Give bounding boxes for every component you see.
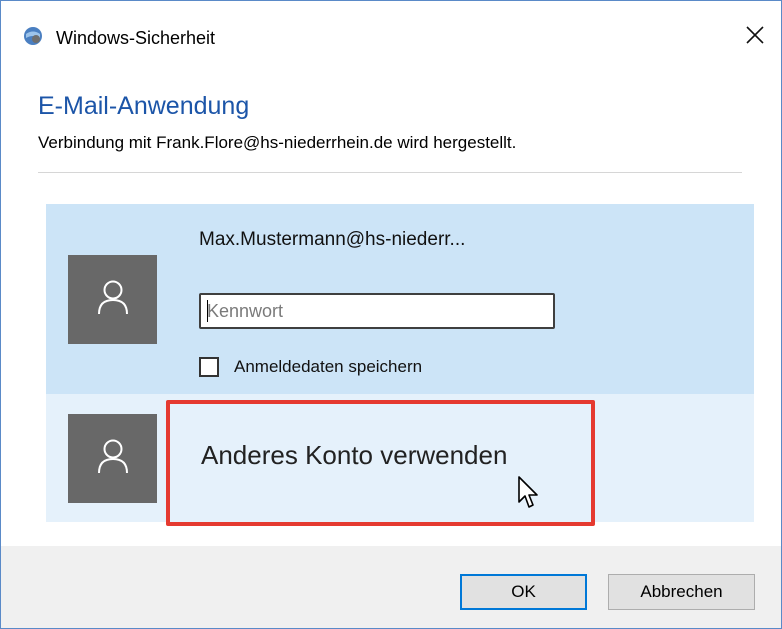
avatar [68,255,157,344]
cancel-button[interactable]: Abbrechen [608,574,755,610]
remember-credentials-checkbox[interactable] [199,357,219,377]
windows-security-icon [23,26,43,46]
text-caret [207,300,208,322]
close-button[interactable] [737,19,773,55]
account-name: Max.Mustermann@hs-niederr... [199,229,466,250]
divider [38,172,742,173]
remember-credentials-label[interactable]: Anmeldedaten speichern [234,357,422,377]
close-icon [745,25,765,50]
title-bar: Windows-Sicherheit [1,1,781,79]
use-other-account-label[interactable]: Anderes Konto verwenden [201,440,507,471]
remember-credentials-row: Anmeldedaten speichern [199,357,422,377]
user-icon [97,438,129,479]
dialog-footer: OK Abbrechen [1,546,781,628]
windows-security-dialog: Windows-Sicherheit E-Mail-Anwendung Verb… [0,0,782,629]
dialog-heading: E-Mail-Anwendung [38,92,250,120]
avatar [68,414,157,503]
password-field[interactable] [199,293,555,329]
use-other-account-tile[interactable]: Anderes Konto verwenden [46,394,754,522]
user-icon [97,279,129,320]
account-tile-selected[interactable]: Max.Mustermann@hs-niederr... Anmeldedate… [46,204,754,394]
window-title: Windows-Sicherheit [56,28,216,48]
ok-button[interactable]: OK [460,574,587,610]
dialog-subtitle: Verbindung mit Frank.Flore@hs-niederrhei… [38,133,517,152]
